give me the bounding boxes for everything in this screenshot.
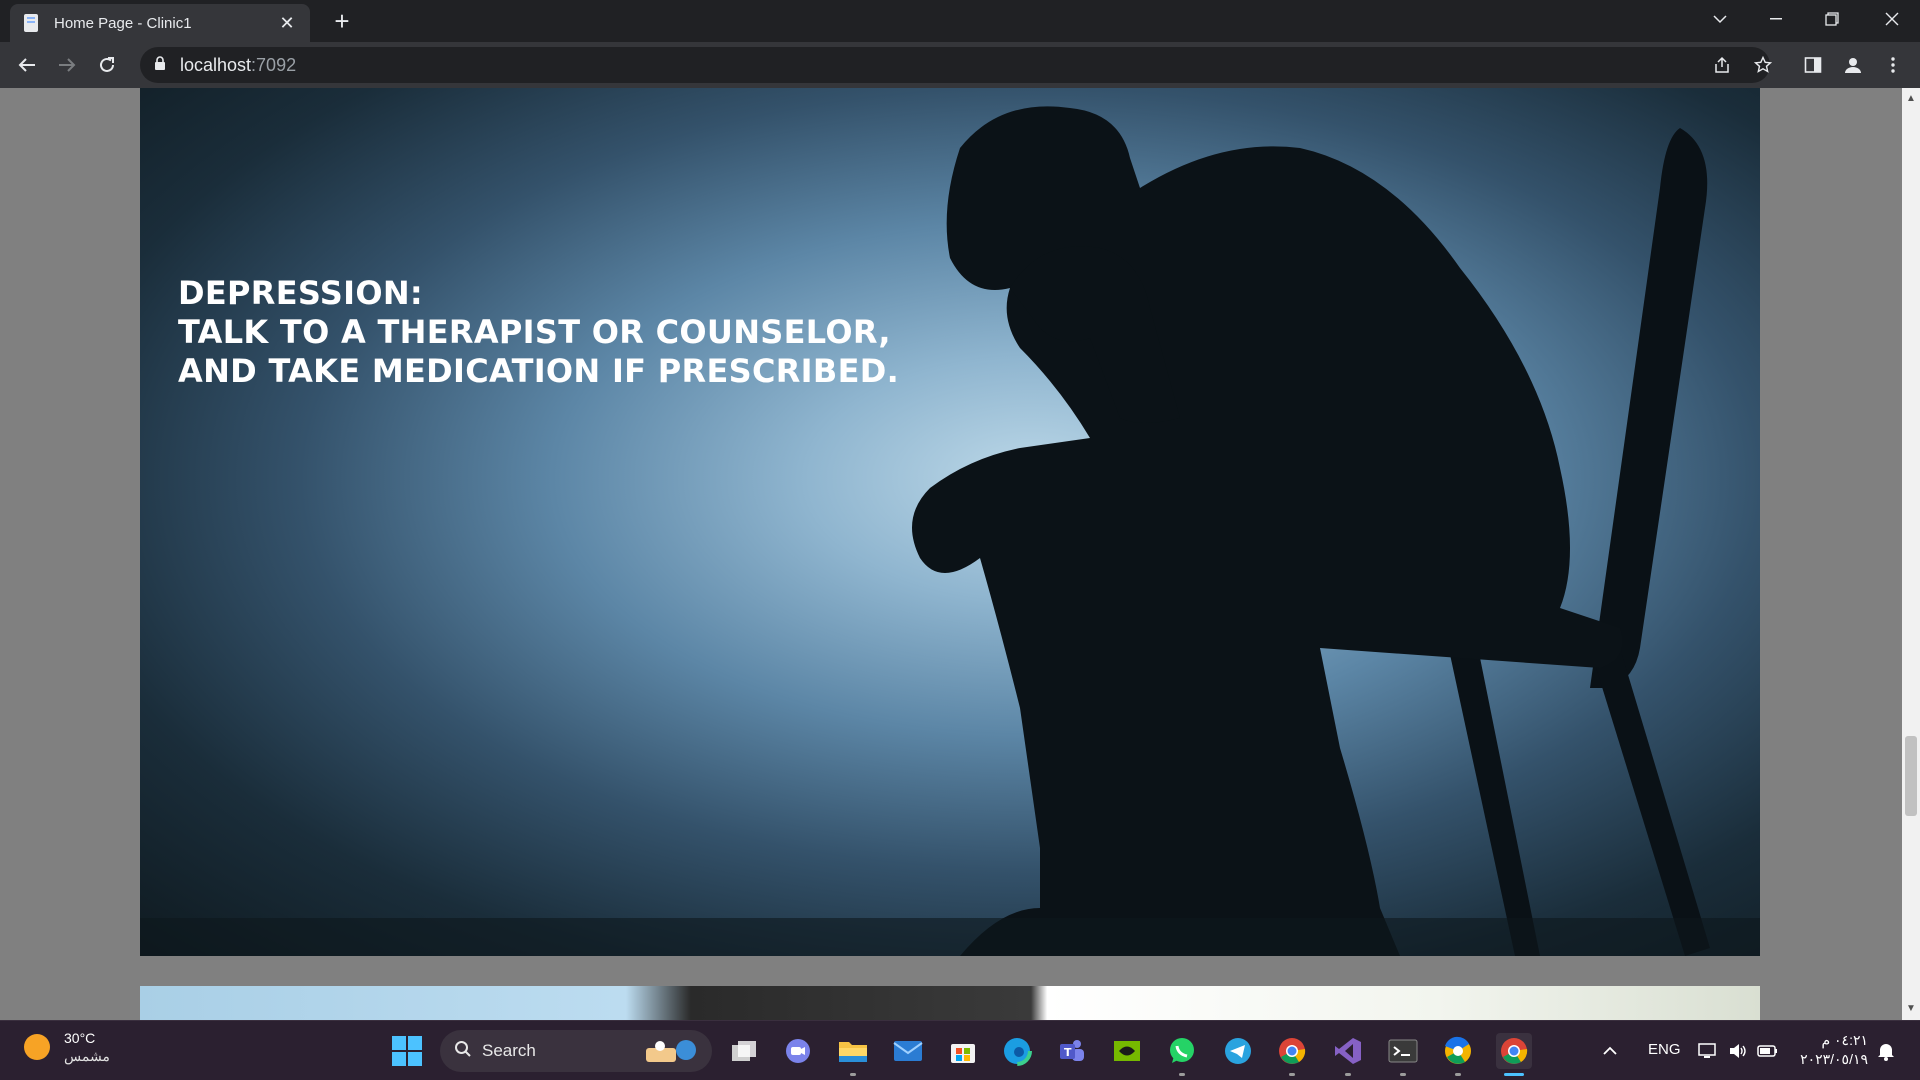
share-icon[interactable]: [1707, 50, 1737, 80]
page-viewport: DEPRESSION: TALK TO A THERAPIST OR COUNS…: [0, 88, 1902, 1020]
chrome-canary-icon[interactable]: [1440, 1033, 1476, 1076]
weather-widget[interactable]: 30°C مشمس: [24, 1029, 110, 1065]
file-explorer-icon[interactable]: [835, 1033, 871, 1076]
bookmark-star-icon[interactable]: [1748, 50, 1778, 80]
hero-line-3: AND TAKE MEDICATION IF PRESCRIBED.: [178, 352, 900, 390]
mail-icon[interactable]: [890, 1033, 926, 1069]
notifications-bell-icon[interactable]: [1874, 1033, 1898, 1069]
scroll-up-arrow-icon[interactable]: ▲: [1906, 94, 1916, 104]
reload-icon[interactable]: [92, 50, 122, 80]
weather-temperature: 30°C: [64, 1030, 96, 1046]
clock-time: ٠٤:٢١ م: [1821, 1032, 1868, 1048]
chrome-active-icon[interactable]: [1496, 1033, 1532, 1076]
sun-icon: [24, 1034, 50, 1060]
show-hidden-icons-chevron-icon[interactable]: [1598, 1033, 1622, 1069]
next-banner-image: [140, 986, 1760, 1020]
url-port: :7092: [251, 54, 297, 75]
browser-tab[interactable]: Home Page - Clinic1 ✕: [10, 4, 310, 42]
task-view-icon[interactable]: [726, 1033, 762, 1069]
teams-icon[interactable]: T: [1054, 1033, 1090, 1069]
windows-start-icon[interactable]: [392, 1036, 422, 1066]
forward-arrow-icon[interactable]: [52, 50, 82, 80]
close-window-icon[interactable]: [1864, 0, 1920, 38]
page-favicon-icon: [22, 13, 42, 33]
svg-text:T: T: [1064, 1046, 1072, 1059]
windows-taskbar: 30°C مشمس Search T ENG ٠٤:٢١ م ٢٠٢٣/٠٥/١…: [0, 1020, 1920, 1080]
weather-condition: مشمس: [64, 1048, 110, 1064]
visual-studio-icon[interactable]: [1330, 1033, 1366, 1076]
restore-icon[interactable]: [1804, 0, 1860, 38]
hero-banner: DEPRESSION: TALK TO A THERAPIST OR COUNS…: [140, 88, 1760, 956]
scrollbar-thumb[interactable]: [1905, 736, 1917, 816]
volume-icon[interactable]: [1726, 1033, 1750, 1069]
back-arrow-icon[interactable]: [12, 50, 42, 80]
input-language-indicator[interactable]: ENG: [1648, 1041, 1681, 1058]
clock-date: ٢٠٢٣/٠٥/١٩: [1800, 1051, 1868, 1067]
address-bar[interactable]: localhost:7092: [140, 47, 1770, 83]
search-icon: [454, 1040, 472, 1063]
edge-browser-icon[interactable]: [999, 1033, 1035, 1069]
hero-line-2: TALK TO A THERAPIST OR COUNSELOR,: [178, 313, 891, 351]
whatsapp-icon[interactable]: [1164, 1033, 1200, 1076]
new-tab-icon[interactable]: +: [326, 6, 358, 38]
tab-title: Home Page - Clinic1: [54, 14, 192, 32]
nvidia-icon[interactable]: [1109, 1033, 1145, 1069]
search-label: Search: [482, 1041, 536, 1060]
hero-line-1: DEPRESSION:: [178, 274, 424, 312]
tab-close-icon[interactable]: ✕: [276, 13, 298, 34]
system-clock[interactable]: ٠٤:٢١ م ٢٠٢٣/٠٥/١٩: [1796, 1031, 1868, 1069]
hero-caption: DEPRESSION: TALK TO A THERAPIST OR COUNS…: [178, 274, 899, 391]
taskbar-search-box[interactable]: Search: [440, 1030, 712, 1072]
page-scrollbar[interactable]: ▲ ▼: [1902, 88, 1920, 1020]
minimize-icon[interactable]: [1748, 0, 1804, 38]
menu-kebab-icon[interactable]: [1878, 50, 1908, 80]
sad-man-silhouette-image: [140, 106, 1760, 956]
tab-search-icon[interactable]: [1692, 0, 1748, 38]
side-panel-icon[interactable]: [1798, 50, 1828, 80]
battery-icon[interactable]: [1756, 1033, 1780, 1069]
browser-tab-strip: Home Page - Clinic1 ✕ +: [0, 0, 1920, 42]
lock-icon[interactable]: [154, 55, 166, 75]
telegram-icon[interactable]: [1220, 1033, 1256, 1069]
chat-camera-icon[interactable]: [780, 1033, 816, 1069]
profile-icon[interactable]: [1838, 50, 1868, 80]
browser-toolbar: localhost:7092: [0, 42, 1920, 88]
chrome-icon[interactable]: [1274, 1033, 1310, 1076]
search-highlight-art-icon: [646, 1040, 696, 1062]
network-monitor-icon[interactable]: [1696, 1033, 1720, 1069]
microsoft-store-icon[interactable]: [945, 1033, 981, 1069]
terminal-icon[interactable]: [1385, 1033, 1421, 1076]
url-host: localhost: [180, 54, 252, 75]
scroll-down-arrow-icon[interactable]: ▼: [1906, 1004, 1916, 1014]
